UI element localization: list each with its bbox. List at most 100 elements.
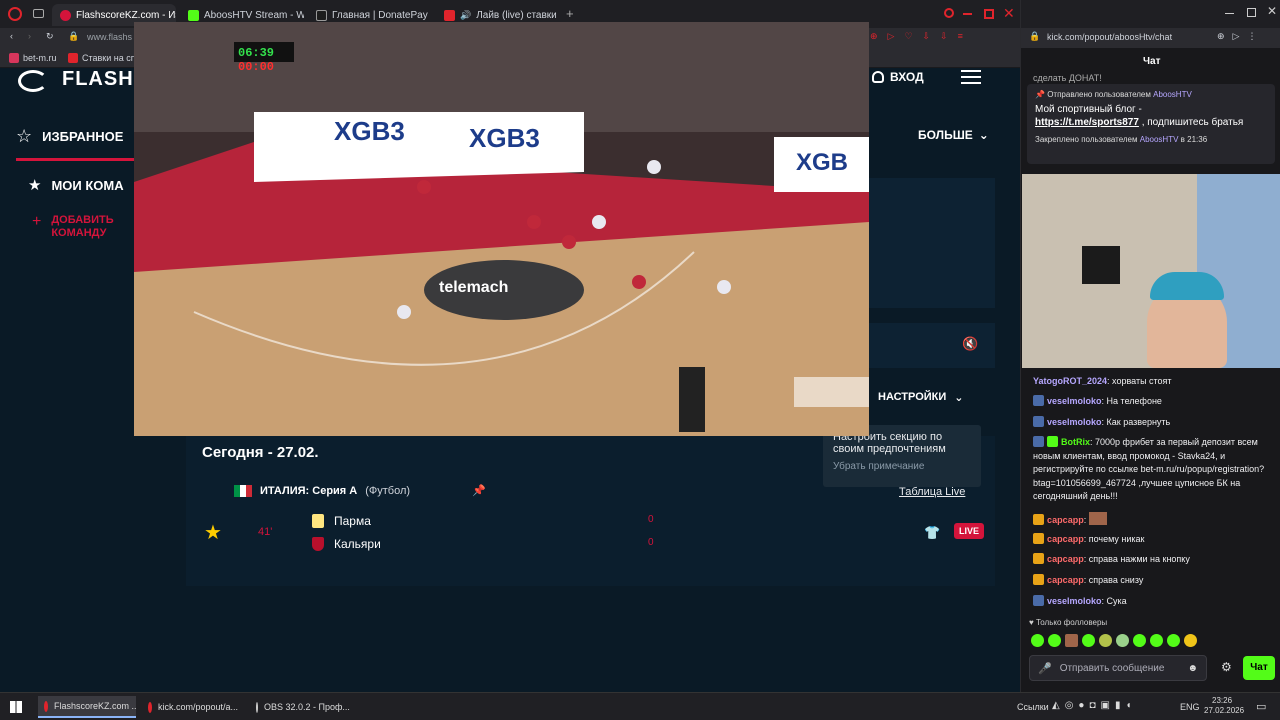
emoji-icon[interactable]: ☻ bbox=[1187, 663, 1198, 674]
pinned-footer: Закреплено пользователем AboosHTV в 21:3… bbox=[1035, 133, 1267, 146]
pinned-message[interactable]: 📌 Отправлено пользователем AboosHTV Мой … bbox=[1027, 84, 1275, 164]
emote-icon[interactable] bbox=[1167, 634, 1180, 647]
emote-bar[interactable] bbox=[1031, 634, 1201, 647]
chat-text: хорваты стоят bbox=[1112, 376, 1172, 386]
clock-date[interactable]: 27.02.2026 bbox=[1204, 706, 1244, 715]
away-team[interactable]: Кальяри bbox=[334, 537, 381, 551]
hamburger-menu-icon[interactable] bbox=[961, 70, 981, 84]
kick-favicon-icon bbox=[188, 9, 199, 21]
toolbar-icons[interactable]: ⊕▷♡⇩⇩≡ bbox=[870, 31, 973, 42]
chat-message[interactable]: BotRix: 7000р фрибет за первый депозит в… bbox=[1033, 436, 1279, 504]
close-icon[interactable]: ✕ bbox=[1267, 4, 1277, 18]
chat-message[interactable]: сарсарр: справа нажми на кнопку bbox=[1033, 553, 1279, 567]
emote-icon[interactable] bbox=[1031, 634, 1044, 647]
kick-badge-icon bbox=[1033, 595, 1044, 606]
top-line: сделать ДОНАТ! bbox=[1033, 73, 1102, 83]
pinned-footer-user: AboosHTV bbox=[1139, 135, 1179, 144]
chat-user[interactable]: veselmoloko bbox=[1047, 396, 1102, 406]
home-team[interactable]: Парма bbox=[334, 514, 371, 528]
more-dropdown[interactable]: БОЛЬШЕ ⌄ bbox=[918, 128, 989, 142]
taskbar-kick[interactable]: kick.com/popout/a... bbox=[142, 696, 244, 718]
chat-user[interactable]: сарсарр bbox=[1047, 575, 1084, 585]
emote-icon[interactable] bbox=[1116, 634, 1129, 647]
chat-message[interactable]: сарсарр: справа снизу bbox=[1033, 574, 1279, 588]
bookmark-favicon-icon bbox=[9, 53, 19, 63]
emote-icon[interactable] bbox=[1048, 634, 1061, 647]
chat-url[interactable]: kick.com/popout/aboosHtv/chat bbox=[1047, 32, 1172, 42]
maximize-icon[interactable] bbox=[984, 9, 994, 19]
chat-user[interactable]: сарсарр bbox=[1047, 534, 1084, 544]
chat-user[interactable]: сарсарр bbox=[1047, 515, 1084, 525]
url-field[interactable]: www.flashs bbox=[87, 32, 132, 42]
promo-panel bbox=[869, 178, 995, 308]
emote-icon[interactable] bbox=[1150, 634, 1163, 647]
chat-user[interactable]: veselmoloko bbox=[1047, 417, 1102, 427]
league-name: ИТАЛИЯ: Серия А bbox=[260, 484, 358, 497]
stream-video[interactable]: XGB3 XGB3 XGB telemach 06:39 00:00 bbox=[134, 22, 869, 436]
tab-list-icon[interactable] bbox=[33, 9, 44, 18]
sidebar-my-teams[interactable]: ★ МОИ КОМА bbox=[28, 176, 124, 194]
chat-message[interactable]: YatogoROT_2024: хорваты стоят bbox=[1033, 375, 1279, 389]
chat-user[interactable]: BotRix bbox=[1061, 437, 1090, 447]
chat-user[interactable]: сарсарр bbox=[1047, 554, 1084, 564]
live-badge[interactable]: LIVE bbox=[954, 523, 985, 539]
clock-time[interactable]: 23:26 bbox=[1212, 696, 1232, 705]
taskbar-flashscore[interactable]: FlashscoreKZ.com ... bbox=[38, 696, 136, 718]
maximize-icon[interactable] bbox=[1247, 8, 1256, 17]
chat-user[interactable]: veselmoloko bbox=[1047, 596, 1102, 606]
chat-input[interactable]: 🎤 Отправить сообщение ☻ bbox=[1029, 655, 1207, 681]
bookmark-stavki[interactable]: Ставки на сп bbox=[82, 53, 136, 63]
back-icon[interactable]: ‹ bbox=[10, 31, 13, 41]
emote-icon[interactable] bbox=[1099, 634, 1112, 647]
links-label[interactable]: Ссылки bbox=[1017, 702, 1049, 712]
flashscore-favicon-icon bbox=[60, 9, 71, 21]
pin-icon[interactable]: 📌 bbox=[472, 484, 486, 497]
live-table-link[interactable]: Таблица Live bbox=[899, 486, 965, 498]
close-icon[interactable]: ✕ bbox=[1003, 5, 1015, 22]
jersey-icon[interactable]: 👕 bbox=[924, 525, 940, 541]
crown-badge-icon bbox=[1033, 553, 1044, 564]
taskbar-obs[interactable]: OBS 32.0.2 - Проф... bbox=[250, 696, 350, 718]
tooltip-remove-link[interactable]: Убрать примечание bbox=[833, 461, 971, 472]
emote-icon[interactable] bbox=[1133, 634, 1146, 647]
login-button[interactable]: ВХОД bbox=[872, 70, 924, 84]
reload-icon[interactable]: ↻ bbox=[46, 31, 54, 42]
chat-text: Сука bbox=[1106, 596, 1127, 606]
site-logo[interactable]: FLASH bbox=[62, 68, 134, 91]
chat-user[interactable]: YatogoROT_2024 bbox=[1033, 376, 1107, 386]
svg-text:XGB: XGB bbox=[796, 149, 848, 176]
mute-icon[interactable]: 🔇 bbox=[962, 336, 978, 352]
opera-logo-icon[interactable] bbox=[8, 7, 22, 21]
minimize-icon[interactable] bbox=[1225, 13, 1234, 14]
chat-message[interactable]: veselmoloko: На телефоне bbox=[1033, 395, 1279, 409]
sidebar-favorites[interactable]: ☆ ИЗБРАННОЕ bbox=[16, 126, 123, 147]
send-chat-button[interactable]: Чат bbox=[1243, 656, 1275, 680]
emote-icon[interactable] bbox=[1065, 634, 1078, 647]
forward-icon[interactable]: › bbox=[28, 31, 31, 41]
language-indicator[interactable]: ENG bbox=[1180, 702, 1200, 712]
match-favorite-star-icon[interactable]: ★ bbox=[204, 520, 222, 545]
chat-message[interactable]: veselmoloko: Сука bbox=[1033, 595, 1279, 609]
league-row[interactable]: ИТАЛИЯ: Серия А (Футбол) 📌 bbox=[234, 484, 486, 497]
windows-start-icon[interactable] bbox=[10, 701, 22, 713]
minimize-icon[interactable] bbox=[963, 13, 972, 15]
emote-icon[interactable] bbox=[1184, 634, 1197, 647]
cap-image bbox=[1150, 272, 1224, 300]
bookmark-betm[interactable]: bet-m.ru bbox=[23, 53, 57, 63]
lock-icon: 🔒 bbox=[1029, 31, 1041, 41]
notifications-icon[interactable]: ▭ bbox=[1256, 700, 1266, 713]
settings-dropdown[interactable]: НАСТРОЙКИ ⌄ bbox=[878, 391, 964, 404]
new-tab-icon[interactable]: + bbox=[566, 6, 574, 21]
chat-message[interactable]: сарсарр: bbox=[1033, 512, 1279, 528]
add-team-button[interactable]: + ДОБАВИТЬ КОМАНДУ bbox=[32, 214, 132, 240]
emote-icon[interactable] bbox=[1082, 634, 1095, 647]
chat-message[interactable]: veselmoloko: Как развернуть bbox=[1033, 416, 1279, 430]
chat-settings-gear-icon[interactable]: ⚙ bbox=[1221, 660, 1232, 674]
right-toolbar-icons[interactable]: ⊕▷⋮ bbox=[1217, 31, 1264, 42]
followers-only-label: Только фолловеры bbox=[1035, 618, 1108, 627]
search-tabs-icon[interactable] bbox=[944, 8, 954, 18]
pinned-link[interactable]: https://t.me/sports877 bbox=[1035, 117, 1139, 128]
chat-message[interactable]: сарсарр: почему никак bbox=[1033, 533, 1279, 547]
microphone-icon[interactable]: 🎤 bbox=[1038, 662, 1052, 675]
tray-icons[interactable]: ◭◎●◘▣▮◖ bbox=[1052, 700, 1137, 711]
